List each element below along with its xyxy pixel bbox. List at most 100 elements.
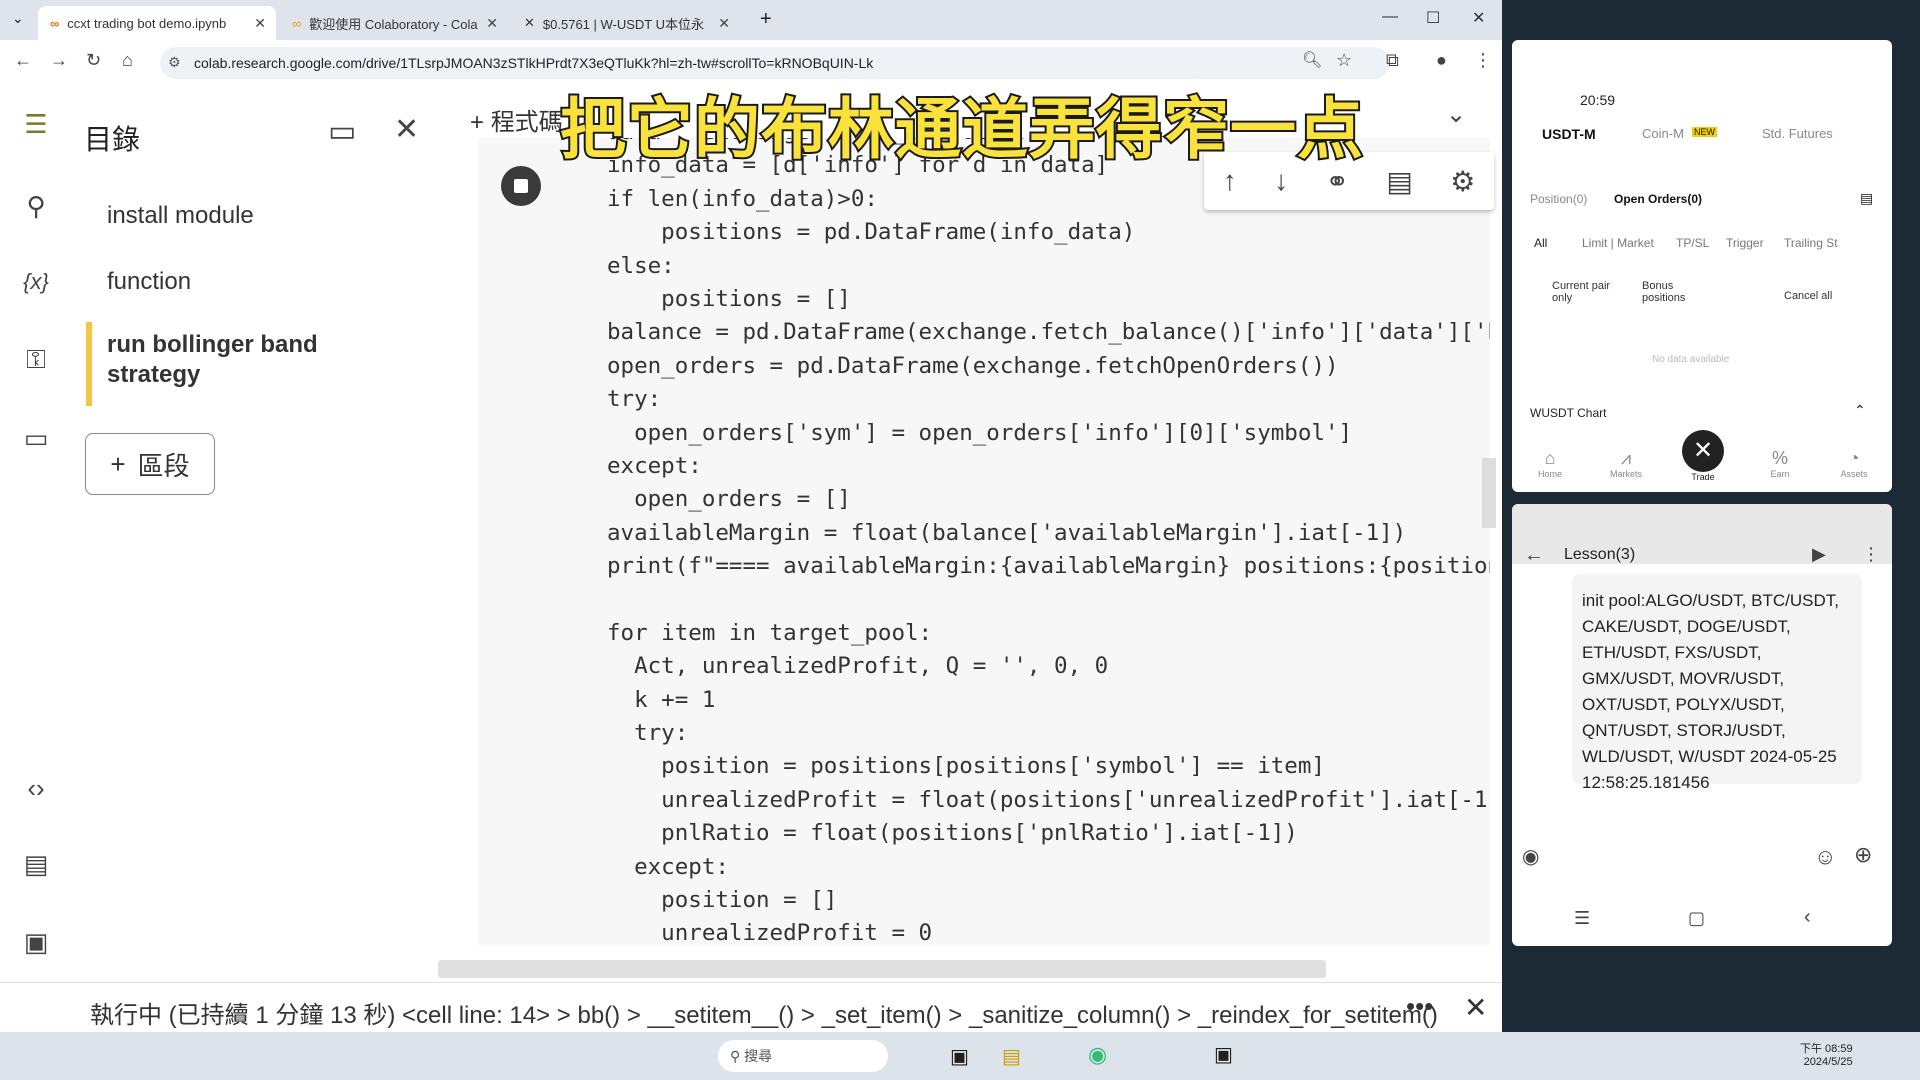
pie-icon: ◔ <box>1848 448 1860 468</box>
reload-icon[interactable]: ↻ <box>86 50 101 71</box>
home-icon[interactable]: ⌂ <box>122 50 133 71</box>
minimize-button[interactable]: — <box>1382 8 1398 26</box>
tab-std-futures[interactable]: Std. Futures <box>1762 126 1833 141</box>
more-icon[interactable]: ••• <box>1406 991 1433 1022</box>
variables-icon[interactable]: {x} <box>18 264 54 300</box>
video-subtitle: 把它的布林通道弄得窄一点 <box>558 89 1365 170</box>
voice-input-icon[interactable]: ◉ <box>1522 844 1539 869</box>
close-status-icon[interactable]: ✕ <box>1464 991 1487 1024</box>
chrome-icon[interactable]: ◉ <box>1088 1042 1107 1068</box>
code-line: print(f"==== availableMargin:{availableM… <box>607 553 1490 580</box>
zoom-icon[interactable]: 🔍︎ <box>1302 50 1322 70</box>
site-info-icon[interactable]: ⚙ <box>168 54 181 71</box>
code-cell[interactable]: data = exchange.fetch_positions()info_da… <box>478 138 1490 946</box>
nav-earn[interactable]: % Earn <box>1760 448 1800 479</box>
url-field[interactable]: colab.research.google.com/drive/1TLsrpJM… <box>160 47 1390 79</box>
open-in-tab-icon[interactable]: ▭ <box>328 114 356 149</box>
new-tab-button[interactable]: + <box>760 8 772 31</box>
current-pair-toggle[interactable]: Current pair only <box>1552 280 1612 304</box>
emoji-icon[interactable]: ☺ <box>1814 844 1836 870</box>
filter-trailing[interactable]: Trailing St <box>1784 236 1838 250</box>
status-text: 執行中 (已持續 1 分鐘 13 秒) <cell line: 14> > bb… <box>90 1002 1438 1029</box>
terminal-app-icon[interactable]: ▣ <box>1214 1042 1233 1067</box>
orders-list-icon[interactable]: ▤ <box>1860 190 1873 207</box>
android-back-icon[interactable]: ‹ <box>1804 906 1811 929</box>
back-icon[interactable]: ← <box>14 50 32 71</box>
tab-positions[interactable]: Position(0) <box>1530 192 1587 206</box>
trade-x-icon: ✕ <box>1682 430 1724 472</box>
attach-plus-icon[interactable]: ⊕ <box>1854 842 1872 868</box>
code-snippets-icon[interactable]: ‹› <box>18 770 54 806</box>
tab-exchange[interactable]: ✕ $0.5761 | W-USDT U本位永 ✕ <box>512 6 740 40</box>
back-arrow-icon[interactable]: ← <box>1524 544 1544 567</box>
taskbar-search[interactable]: ⚲ 搜尋 <box>718 1040 888 1072</box>
markets-chart-icon: ⩘ <box>1620 448 1632 468</box>
left-rail: ☰ ⚲ {x} ⚿ ▭ ‹› ▤ ▣ ▸ <box>0 86 73 1032</box>
toc-icon[interactable]: ☰ <box>18 106 54 142</box>
filter-tpsl[interactable]: TP/SL <box>1676 236 1709 250</box>
nav-earn-label: Earn <box>1770 469 1790 479</box>
code-editor[interactable]: data = exchange.fetch_positions()info_da… <box>607 138 1490 946</box>
nav-assets[interactable]: ◔ Assets <box>1834 448 1874 479</box>
notebook-main: + 程式碼 ⌄ data = exchange.fetch_positions(… <box>470 86 1502 982</box>
toc-item-install-module[interactable]: install module <box>107 202 254 230</box>
files-folder-icon[interactable]: ▭ <box>18 420 54 456</box>
bonus-positions-toggle[interactable]: Bonus positions <box>1642 280 1692 304</box>
filter-trigger[interactable]: Trigger <box>1726 236 1764 250</box>
maximize-button[interactable]: ☐ <box>1426 8 1440 28</box>
video-call-icon[interactable]: ▶ <box>1812 544 1826 565</box>
percent-icon: % <box>1771 448 1788 468</box>
app-folder-icon[interactable]: ▤ <box>1002 1044 1021 1069</box>
terminal-icon[interactable]: ▣ <box>18 924 54 960</box>
close-window-button[interactable]: ✕ <box>1472 8 1485 28</box>
settings-gear-icon[interactable]: ⚙ <box>1450 165 1475 198</box>
tab-usdt-m[interactable]: USDT-M <box>1542 126 1596 142</box>
nav-home[interactable]: ⌂ Home <box>1530 448 1570 479</box>
tab-notebook[interactable]: ∞ ccxt trading bot demo.ipynb ✕ <box>38 6 276 40</box>
toc-item-function[interactable]: function <box>107 268 191 296</box>
more-options-icon[interactable]: ⋮ <box>1862 544 1880 565</box>
file-explorer-icon[interactable]: ▣ <box>950 1044 969 1069</box>
nav-trade-label: Trade <box>1691 472 1715 482</box>
tab-open-orders[interactable]: Open Orders(0) <box>1614 192 1702 206</box>
code-line: unrealizedProfit = 0 <box>607 920 933 946</box>
more-menu-icon[interactable]: ⋮ <box>1474 50 1492 71</box>
filter-all[interactable]: All <box>1534 236 1547 250</box>
android-menu-icon[interactable]: ☰ <box>1574 908 1590 929</box>
add-code-label: 程式碼 <box>490 109 563 136</box>
horizontal-scrollbar[interactable] <box>438 960 1326 978</box>
secrets-key-icon[interactable]: ⚿ <box>18 342 54 378</box>
close-tab-icon[interactable]: ✕ <box>486 15 498 32</box>
nav-trade[interactable]: ✕ Trade <box>1678 430 1728 482</box>
nav-markets[interactable]: ⩘ Markets <box>1604 448 1648 479</box>
comment-icon[interactable]: ▤ <box>1386 165 1412 198</box>
extensions-icon[interactable]: ⧉ <box>1386 50 1399 71</box>
toc-item-run-bollinger[interactable]: run bollinger band strategy <box>107 330 327 390</box>
close-tab-icon[interactable]: ✕ <box>718 15 730 32</box>
taskbar-search-label: 搜尋 <box>744 1048 773 1064</box>
phone-chat-app: ← Lesson(3) ▶ ⋮ init pool:ALGO/USDT, BTC… <box>1512 504 1892 946</box>
android-home-icon[interactable]: ▢ <box>1688 908 1705 929</box>
collapse-toolbar-icon[interactable]: ⌄ <box>1446 100 1466 129</box>
close-tab-icon[interactable]: ✕ <box>254 15 266 32</box>
tab-coin-m[interactable]: Coin-M <box>1642 126 1684 141</box>
filter-limit-market[interactable]: Limit | Market <box>1582 236 1654 250</box>
add-code-button[interactable]: + 程式碼 <box>470 102 563 137</box>
forward-icon[interactable]: → <box>50 50 68 71</box>
command-palette-icon[interactable]: ▤ <box>18 846 54 882</box>
profile-icon[interactable]: ● <box>1436 50 1447 71</box>
no-data-text: No data available <box>1652 354 1730 365</box>
bookmark-star-icon[interactable]: ☆ <box>1336 50 1352 71</box>
close-panel-icon[interactable]: ✕ <box>394 112 419 147</box>
tab-colab-welcome[interactable]: ∞ 歡迎使用 Colaboratory - Cola ✕ <box>280 6 508 40</box>
search-icon[interactable]: ⚲ <box>18 188 54 224</box>
cancel-all-button[interactable]: Cancel all <box>1784 290 1832 302</box>
tab-strip: ⌄ ∞ ccxt trading bot demo.ipynb ✕ ∞ 歡迎使用… <box>0 0 1502 40</box>
stop-execution-button[interactable] <box>501 166 541 206</box>
vertical-scrollbar[interactable] <box>1482 458 1496 528</box>
bottom-nav: ⌂ Home ⩘ Markets ✕ Trade % Earn ◔ Assets <box>1512 412 1892 482</box>
add-section-button[interactable]: + 區段 <box>85 433 215 495</box>
tab-search-icon[interactable]: ⌄ <box>12 10 24 27</box>
tab-title: ccxt trading bot demo.ipynb <box>67 15 227 31</box>
